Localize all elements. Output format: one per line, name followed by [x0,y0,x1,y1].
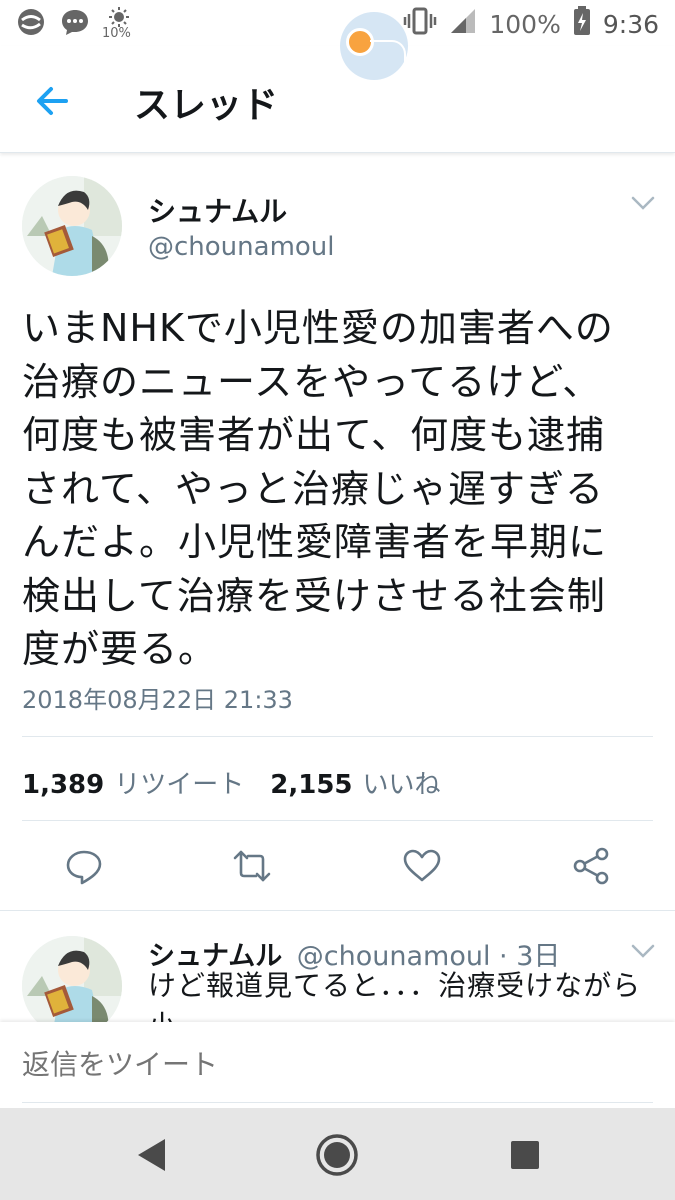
tweet-menu-button[interactable] [630,194,656,212]
author-name[interactable]: シュナムル [148,190,287,230]
divider [22,736,653,737]
tweet-timestamp: 2018年08月22日 21:33 [22,686,293,714]
nav-home-button[interactable] [312,1130,362,1180]
clock: 9:36 [602,10,659,39]
like-label[interactable]: いいね [363,764,441,801]
like-button[interactable] [402,846,442,886]
like-icon [403,849,441,882]
chevron-down-icon [631,196,655,210]
reply-button[interactable] [64,846,104,886]
nav-back-button[interactable] [128,1130,178,1180]
retweet-icon [233,850,271,882]
brightness-label: 10% [102,26,131,41]
chat-bubble-icon [60,7,90,41]
battery-percent: 100% [489,10,561,39]
app-header: スレッド [0,46,675,153]
reply-text-container[interactable]: けど報道見てると．．．治療受けながら小 中学生とSNSで接触を図ったり、家に小 [148,966,648,1022]
divider [22,820,653,821]
battery-charging-icon [573,6,591,43]
avatar[interactable] [22,176,122,276]
vibrate-icon [403,6,437,43]
status-bar: 10% 100% 9:36 [0,0,675,80]
reply-input[interactable] [22,1048,622,1081]
back-triangle-icon [138,1139,165,1171]
retweet-button[interactable] [232,846,272,886]
recents-square-icon [511,1141,539,1169]
reply-compose-bar [0,1022,675,1112]
author-handle[interactable]: @chounamoul [148,232,335,262]
tweet-stats: 1,389 リツイート 2,155 いいね [22,764,467,801]
tweet-text: いまNHKで小児性愛の加害者への 治療のニュースをやってるけど、 何度も被害者が… [22,306,614,671]
reply-menu-button[interactable] [630,942,656,960]
status-bar-left: 10% [16,6,134,42]
system-nav-bar [0,1108,675,1200]
like-count[interactable]: 2,155 [270,770,352,800]
retweet-count[interactable]: 1,389 [22,770,104,800]
share-button[interactable] [572,846,612,886]
compose-underline [22,1102,653,1103]
page-title: スレッド [134,85,279,126]
status-bar-right: 100% 9:36 [403,6,659,43]
retweet-label[interactable]: リツイート [114,764,244,801]
back-arrow-icon [37,87,68,115]
signal-icon [449,7,477,42]
home-circle-icon [316,1134,358,1176]
share-icon [573,847,609,885]
nav-recents-button[interactable] [500,1130,550,1180]
brightness-icon: 10% [102,6,134,42]
sync-icon [16,7,46,41]
back-button[interactable] [30,78,76,124]
floating-chat-bubble[interactable] [340,12,408,80]
reply-icon [66,850,102,885]
chevron-down-icon [631,944,655,958]
divider [0,910,675,911]
reply-avatar[interactable] [22,936,122,1036]
reply-text: けど報道見てると．．．治療受けながら小 中学生とSNSで接触を図ったり、家に小 [148,969,642,1022]
